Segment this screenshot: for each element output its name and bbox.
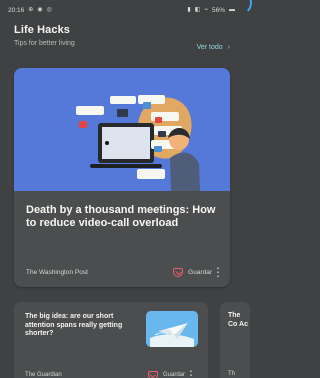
music-icon: ◉ [37, 7, 43, 13]
paper-plane-graphic [146, 311, 198, 347]
featured-source: The Washington Post [26, 268, 88, 276]
article-card[interactable]: The big idea: are our short attention sp… [14, 302, 208, 378]
sim-icon: ◧ [194, 7, 201, 13]
video-call-illustration-graphic [14, 68, 230, 191]
partial-article-card[interactable]: The Co Ac Th [220, 302, 250, 378]
battery-percentage: 56% [211, 6, 225, 14]
article-headline[interactable]: The big idea: are our short attention sp… [25, 313, 132, 339]
article-source: The Guardian [25, 372, 62, 378]
status-bar: 20:16 ⊕ ◉ ◎ ▮ ◧ ⌁ 56% ▬ [0, 0, 243, 20]
chevron-right-icon: › [227, 44, 230, 51]
battery-saver-icon: ▮ [187, 7, 191, 13]
see-all-link[interactable]: Ver todo › [197, 44, 230, 51]
see-all-label: Ver todo [196, 44, 223, 51]
featured-article-headline[interactable]: Death by a thousand meetings: How to red… [26, 204, 222, 230]
section-header: Life Hacks Tips for better living Ver to… [14, 24, 234, 51]
signal-icon: ⌁ [204, 7, 208, 13]
save-label: Guardar [162, 372, 185, 378]
partial-article-headline[interactable]: The Co Ac [228, 312, 250, 329]
status-left: 20:16 ⊕ ◉ ◎ [8, 7, 52, 14]
featured-card-footer: The Washington Post Guardar ⋮ [26, 265, 224, 279]
status-right: ▮ ◧ ⌁ 56% ▬ [187, 7, 235, 14]
save-label: Guardar [188, 268, 212, 276]
save-button[interactable]: Guardar [173, 267, 212, 277]
more-options-icon[interactable]: ⋮ [185, 369, 197, 378]
save-button[interactable]: Guardar [147, 370, 185, 378]
featured-article-card[interactable]: Death by a thousand meetings: How to red… [14, 68, 230, 287]
status-time: 20:16 [8, 6, 25, 14]
pocket-save-icon [147, 370, 158, 378]
more-options-icon[interactable]: ⋮ [212, 266, 224, 278]
article-footer: The Guardian Guardar ⋮ [25, 369, 197, 378]
video-call-illustration [14, 68, 230, 191]
notification-icon: ⊕ [28, 7, 34, 13]
settings-icon: ◎ [46, 7, 52, 13]
paper-plane-thumbnail [146, 311, 198, 347]
partial-article-source: Th [228, 371, 236, 377]
section-title: Life Hacks [14, 24, 71, 36]
pocket-save-icon [173, 267, 184, 277]
